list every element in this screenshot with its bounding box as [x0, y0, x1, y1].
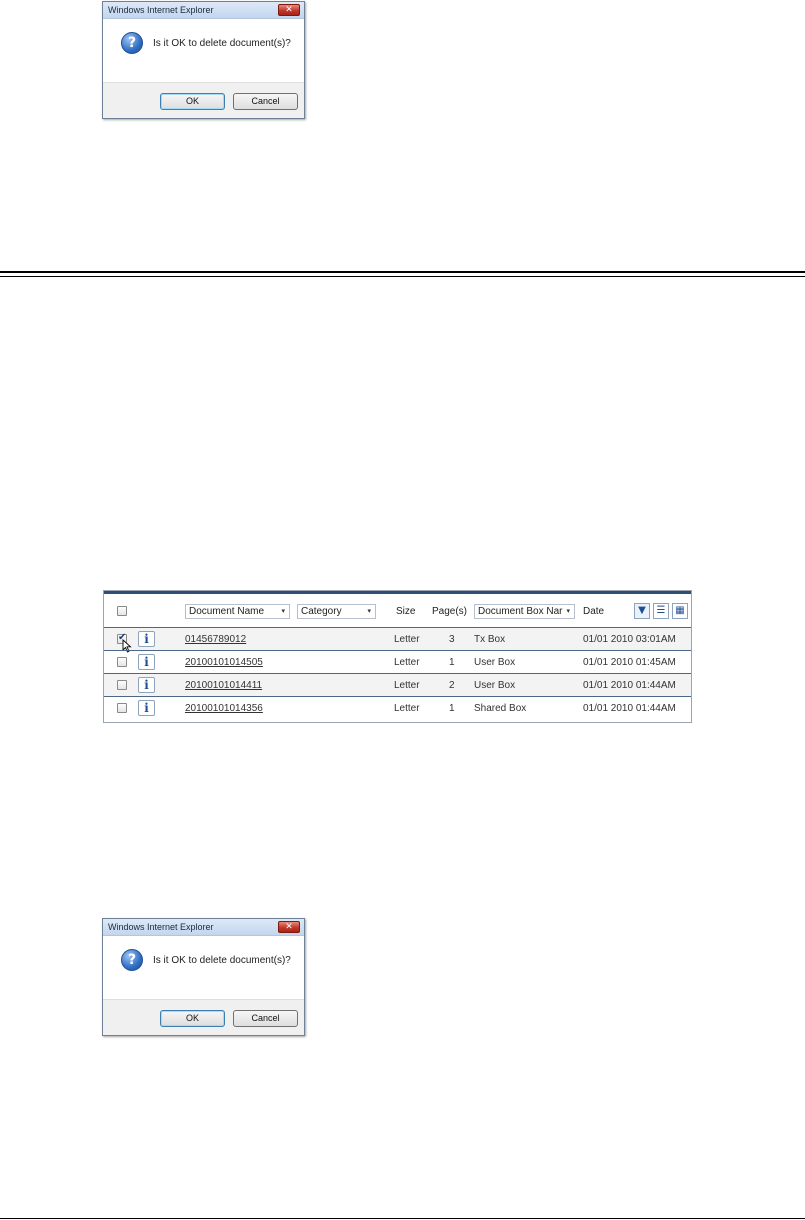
dialog-title: Windows Internet Explorer [108, 922, 214, 932]
ok-button[interactable]: OK [160, 1010, 225, 1027]
pages-cell: 2 [449, 680, 455, 691]
dialog-titlebar[interactable]: Windows Internet Explorer ✕ [103, 2, 304, 19]
info-icon[interactable]: i [138, 700, 155, 716]
size-header: Size [396, 606, 416, 617]
dialog-footer: OK Cancel [103, 999, 304, 1035]
close-icon[interactable]: ✕ [278, 921, 300, 933]
info-icon[interactable]: i [138, 654, 155, 670]
dialog-body: ? Is it OK to delete document(s)? [103, 20, 304, 82]
pages-cell: 1 [449, 703, 455, 714]
size-cell: Letter [394, 680, 420, 691]
document-name-dropdown[interactable]: Document Name ▾ [185, 604, 290, 619]
date-cell: 01/01 2010 01:44AM [583, 680, 676, 691]
box-cell: Tx Box [474, 634, 506, 645]
date-cell: 01/01 2010 03:01AM [583, 634, 676, 645]
question-icon: ? [121, 949, 143, 971]
info-icon[interactable]: i [138, 631, 155, 647]
table-row[interactable]: i 20100101014356 Letter 1 Shared Box 01/… [104, 696, 691, 719]
dialog-footer: OK Cancel [103, 82, 304, 118]
table-row[interactable]: i 20100101014505 Letter 1 User Box 01/01… [104, 650, 691, 673]
box-cell: Shared Box [474, 703, 527, 714]
info-icon[interactable]: i [138, 677, 155, 693]
ok-button[interactable]: OK [160, 93, 225, 110]
select-all-checkbox[interactable] [117, 606, 127, 616]
row-checkbox[interactable] [117, 680, 127, 690]
row-checkbox[interactable] [117, 657, 127, 667]
date-cell: 01/01 2010 01:45AM [583, 657, 676, 668]
section-divider [0, 271, 805, 273]
chevron-down-icon: ▾ [281, 607, 285, 615]
cancel-button[interactable]: Cancel [233, 93, 298, 110]
pages-cell: 3 [449, 634, 455, 645]
pages-cell: 1 [449, 657, 455, 668]
box-cell: User Box [474, 680, 516, 691]
chevron-down-icon: ▾ [367, 607, 371, 615]
cancel-button[interactable]: Cancel [233, 1010, 298, 1027]
document-box-dropdown[interactable]: Document Box Nar ▾ [474, 604, 575, 619]
size-cell: Letter [394, 634, 420, 645]
date-header: Date [583, 606, 605, 617]
row-checkbox[interactable] [117, 703, 127, 713]
sort-order-icon[interactable]: ▼ [634, 603, 650, 619]
size-cell: Letter [394, 703, 420, 714]
dialog-titlebar[interactable]: Windows Internet Explorer ✕ [103, 919, 304, 936]
pages-header: Page(s) [432, 606, 468, 617]
dialog-title: Windows Internet Explorer [108, 5, 214, 15]
document-name-link[interactable]: 20100101014356 [185, 703, 263, 714]
list-view-icon[interactable]: ☰ [653, 603, 669, 619]
category-dropdown[interactable]: Category ▾ [297, 604, 376, 619]
list-header: Document Name ▾ Category ▾ Size Page(s) … [104, 594, 691, 628]
confirm-dialog-bottom: Windows Internet Explorer ✕ ? Is it OK t… [102, 918, 305, 1036]
dialog-message: Is it OK to delete document(s)? [153, 38, 291, 49]
close-icon[interactable]: ✕ [278, 4, 300, 16]
table-row[interactable]: i 01456789012 Letter 3 Tx Box 01/01 2010… [104, 627, 691, 653]
table-row[interactable]: i 20100101014411 Letter 2 User Box 01/01… [104, 673, 691, 696]
question-icon: ? [121, 32, 143, 54]
category-label: Category [301, 606, 342, 617]
dialog-body: ? Is it OK to delete document(s)? [103, 937, 304, 999]
document-box-label: Document Box Nar [478, 606, 563, 617]
document-name-link[interactable]: 01456789012 [185, 634, 246, 645]
document-name-label: Document Name [189, 606, 265, 617]
document-list-panel: Document Name ▾ Category ▾ Size Page(s) … [103, 590, 692, 723]
page-bottom-rule [0, 1218, 805, 1219]
dialog-message: Is it OK to delete document(s)? [153, 955, 291, 966]
size-cell: Letter [394, 657, 420, 668]
section-divider-thin [0, 276, 805, 277]
date-cell: 01/01 2010 01:44AM [583, 703, 676, 714]
document-name-link[interactable]: 20100101014411 [185, 680, 262, 691]
document-name-link[interactable]: 20100101014505 [185, 657, 263, 668]
thumbnail-view-icon[interactable]: ▦ [672, 603, 688, 619]
chevron-down-icon: ▾ [566, 607, 570, 615]
box-cell: User Box [474, 657, 516, 668]
confirm-dialog-top: Windows Internet Explorer ✕ ? Is it OK t… [102, 1, 305, 119]
